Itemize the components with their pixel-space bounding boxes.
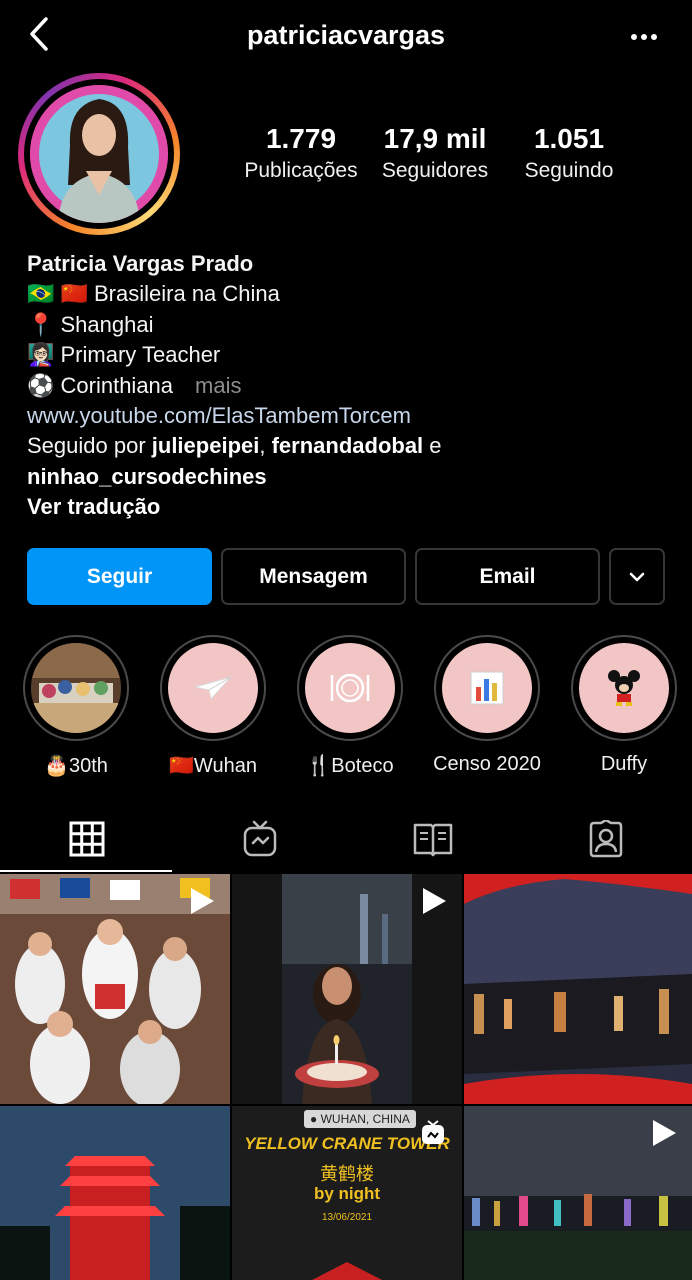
stat-followers[interactable]: 17,9 mil Seguidores (372, 123, 498, 183)
tab-tagged[interactable] (519, 806, 692, 872)
email-button[interactable]: Email (415, 548, 600, 605)
bio-line-nationality: 🇧🇷 🇨🇳 Brasileira na China (27, 281, 280, 307)
see-translation-link[interactable]: Ver tradução (27, 494, 160, 519)
stat-followers-value: 17,9 mil (383, 123, 487, 154)
highlight-boteco[interactable]: 🍴Boteco (296, 635, 404, 778)
highlight-ring (23, 635, 129, 741)
plate-cutlery-icon (305, 643, 395, 733)
tab-igtv[interactable] (173, 806, 346, 872)
highlight-wuhan[interactable]: 🇨🇳Wuhan (159, 635, 267, 778)
chevron-down-icon (629, 572, 645, 581)
avatar[interactable] (30, 85, 168, 223)
mouse-character-icon (579, 643, 669, 733)
highlight-ring (571, 635, 677, 741)
post-thumbnail-4[interactable] (0, 1106, 230, 1280)
followed-by-sep: , (259, 433, 272, 459)
igtv-icon (422, 1120, 444, 1144)
stat-posts-label: Publicações (244, 159, 358, 182)
followed-by-line: Seguido por juliepeipei, fernandadobal e (27, 431, 677, 461)
followed-by-user-1[interactable]: juliepeipei (152, 433, 260, 458)
stat-following[interactable]: 1.051 Seguindo (512, 123, 626, 183)
profile-tabs (0, 806, 692, 872)
message-button[interactable]: Mensagem (221, 548, 406, 605)
stat-posts[interactable]: 1.779 Publicações (240, 123, 362, 183)
post-thumbnail-5[interactable]: ● WUHAN, CHINA YELLOW CRANE TOWER 黄鹤楼 by… (232, 1106, 462, 1280)
tab-guides[interactable] (346, 806, 519, 872)
guide-book-icon (413, 823, 452, 857)
profile-bio: Patricia Vargas Prado 🇧🇷 🇨🇳 Brasileira n… (27, 249, 677, 523)
stat-posts-value: 1.779 (265, 123, 337, 154)
post-thumbnail-6[interactable] (464, 1106, 692, 1280)
play-icon (423, 888, 446, 914)
tv-icon (243, 820, 276, 857)
followed-by-user-3[interactable]: ninhao_cursodechines (27, 464, 267, 489)
tagged-person-icon (589, 820, 622, 858)
post-location-tag: ● WUHAN, CHINA (304, 1110, 416, 1128)
profile-full-name: Patricia Vargas Prado (27, 251, 254, 276)
follow-button[interactable]: Seguir (27, 548, 212, 605)
profile-username: patriciacvargas (246, 20, 446, 50)
bio-website-link[interactable]: www.youtube.com/ElasTambemTorcem (27, 401, 677, 431)
highlight-label: 🇨🇳Wuhan (169, 755, 257, 777)
followed-by-prefix: Seguido por (27, 433, 152, 459)
grid-icon (69, 821, 104, 857)
highlight-label: Duffy (600, 753, 648, 775)
post-subtitle-text: by night (313, 1184, 381, 1203)
play-icon (653, 1120, 676, 1146)
highlight-label: 🍴Boteco (306, 755, 394, 777)
bio-line-team: ⚽ Corinthiana mais (27, 371, 677, 401)
more-options-icon[interactable] (626, 22, 662, 52)
suggested-accounts-button[interactable] (609, 548, 665, 605)
location-pin-icon: ● (310, 1112, 321, 1126)
post-thumbnail-1[interactable] (0, 874, 230, 1104)
top-bar: patriciacvargas (0, 0, 692, 72)
posts-grid: ● WUHAN, CHINA YELLOW CRANE TOWER 黄鹤楼 by… (0, 874, 692, 1280)
post-chinese-text: 黄鹤楼 (320, 1164, 374, 1184)
highlight-label: 🎂30th (44, 755, 108, 777)
highlight-ring (297, 635, 403, 741)
highlight-label: Censo 2020 (433, 753, 541, 775)
bio-line-location: 📍 Shanghai (27, 311, 154, 337)
bar-chart-icon (442, 643, 532, 733)
active-tab-indicator (0, 870, 172, 872)
avatar-story-ring[interactable] (18, 73, 180, 235)
stat-followers-label: Seguidores (381, 159, 489, 182)
highlight-photo-cover (31, 643, 121, 733)
post-date-text: 13/06/2021 (321, 1212, 373, 1223)
paper-plane-icon (168, 643, 258, 733)
highlight-ring (434, 635, 540, 741)
tab-posts-grid[interactable] (0, 806, 173, 872)
post-location-text: WUHAN, CHINA (320, 1112, 410, 1126)
highlight-censo-2020[interactable]: Censo 2020 (433, 635, 541, 776)
post-thumbnail-3[interactable] (464, 874, 692, 1104)
post-thumbnail-2[interactable] (232, 874, 462, 1104)
highlight-ring (160, 635, 266, 741)
bio-more-link[interactable]: mais (195, 373, 241, 398)
play-icon (191, 888, 214, 914)
bio-line-occupation: 👩🏻‍🏫 Primary Teacher (27, 342, 221, 368)
stat-following-value: 1.051 (533, 123, 605, 154)
followed-by-and: e (423, 433, 442, 459)
followed-by-user-2[interactable]: fernandadobal (272, 433, 424, 458)
highlight-duffy[interactable]: Duffy (570, 635, 678, 776)
bio-line-team-text: ⚽ Corinthiana (27, 372, 174, 398)
highlight-30th[interactable]: 🎂30th (22, 635, 130, 778)
stat-following-label: Seguindo (524, 159, 614, 182)
